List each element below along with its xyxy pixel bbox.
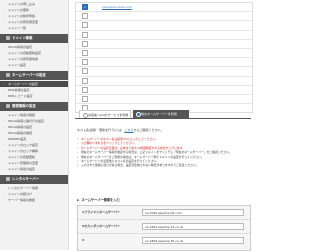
nameserver-section-label: ネームサーバー情報を入力: [81, 198, 120, 202]
table-row[interactable]: [76, 49, 252, 59]
sidebar-item[interactable]: ドメイン設定: [0, 62, 68, 68]
sidebar-section-title: ネームサーバーの設定: [12, 73, 46, 77]
sidebar-section-nameserver: ネームサーバーの設定: [0, 71, 68, 80]
sidebar-top-group: ドメインの申し込み ドメインの更新 ドメインの移管申請 ドメインの所有者変更 ド…: [0, 1, 68, 31]
sidebar-admin-group: ドメイン情報の確認 Whois情報公開代行の設定 Whois情報の設定 Whoi…: [0, 112, 68, 172]
nameserver-input-1[interactable]: ns-1045.awsdns-02.com: [142, 208, 244, 216]
table-row[interactable]: [76, 77, 252, 86]
sidebar-section-domain: ドメイン情報: [0, 34, 68, 43]
table-row[interactable]: [76, 40, 252, 49]
row-checkbox[interactable]: ✓: [82, 4, 88, 11]
description-text: ホスト名(最新・更新を行う)には、こちらからご確認ください。: [77, 128, 247, 132]
table-row[interactable]: [76, 21, 252, 31]
note-item: 入力された情報に誤りがある場合、設定が反映されない場合がありますのでご注意くださ…: [77, 163, 249, 168]
tab-other-nameserver[interactable]: 他のネームサーバーを利用: [133, 110, 189, 118]
table-row[interactable]: [76, 86, 252, 95]
row-checkbox[interactable]: [82, 59, 88, 66]
nameserver-input-3[interactable]: ns-1844.awsdns-35.co.uk: [142, 236, 244, 244]
radio-checked-icon: [136, 112, 141, 118]
table-row[interactable]: [76, 31, 252, 40]
domain-list-table: ✓ xxxxxxxx-xxxx.com: [75, 2, 253, 114]
sidebar-section-title: レンタルサーバー: [12, 177, 40, 181]
server-icon: [6, 73, 10, 77]
sidebar-item[interactable]: DNSレコード設定: [0, 93, 68, 99]
sidebar-section-title: 管理情報の設定: [12, 104, 36, 108]
table-row[interactable]: [76, 95, 252, 105]
globe-icon: [6, 36, 10, 40]
sidebar-nameserver-group: ネームサーバーの設定 DNS情報の設定 DNSレコード設定: [0, 81, 68, 99]
nameserver-label: 3: [82, 238, 85, 242]
radio-unchecked-icon: [83, 113, 88, 119]
description-prefix: ホスト名(最新・更新を行う)には、: [77, 128, 125, 132]
sidebar: ドメインの申し込み ドメインの更新 ドメインの移管申請 ドメインの所有者変更 ド…: [0, 0, 69, 250]
nameserver-row: 3 ns-1844.awsdns-35.co.uk: [78, 234, 250, 247]
sidebar-item[interactable]: ドメイン情報の設定: [0, 166, 68, 172]
sidebar-rental-group: レンタルサーバー情報 ドメインの紐付け サーバー情報の確認: [0, 185, 68, 203]
row-checkbox[interactable]: [82, 77, 88, 84]
description-suffix: からご確認ください。: [133, 128, 164, 132]
table-row[interactable]: [76, 58, 252, 68]
row-checkbox[interactable]: [82, 50, 88, 57]
nameserver-tabs: お名前.comのサービスを利用 他のネームサーバーを利用: [75, 110, 251, 119]
nameserver-section-title: ▶ ネームサーバー情報を入力: [77, 197, 120, 202]
row-checkbox[interactable]: [82, 13, 88, 20]
row-checkbox[interactable]: [82, 95, 88, 102]
table-row[interactable]: ✓ xxxxxxxx-xxxx.com: [76, 3, 252, 13]
nameserver-form: 1プライマリネームサーバー ns-1045.awsdns-02.com 2セカン…: [77, 205, 251, 251]
row-checkbox[interactable]: [82, 68, 88, 75]
sidebar-section-title: ドメイン情報: [12, 36, 33, 40]
table-row[interactable]: [76, 12, 252, 22]
row-checkbox[interactable]: [82, 86, 88, 93]
server-icon: [6, 177, 10, 181]
nameserver-label: 2セカンダリネームサーバー: [82, 224, 120, 228]
arrow-right-icon: ▶: [77, 198, 80, 202]
tab-label: 他のネームサーバーを利用: [141, 112, 177, 116]
row-checkbox[interactable]: [82, 40, 88, 47]
nameserver-label: 1プライマリネームサーバー: [82, 210, 120, 214]
domain-link[interactable]: xxxxxxxx-xxxx.com: [102, 5, 132, 9]
sidebar-section-rental: レンタルサーバー: [0, 175, 68, 184]
tab-label: お名前.comのサービスを利用: [88, 113, 129, 117]
help-link[interactable]: こちら: [124, 128, 133, 132]
row-checkbox[interactable]: [82, 22, 88, 29]
main-content: ✓ xxxxxxxx-xxxx.com お名前.comのサービスを利用 他のネーム…: [69, 0, 253, 251]
sidebar-section-admin: 管理情報の設定: [0, 102, 68, 111]
row-checkbox[interactable]: [82, 31, 88, 38]
nameserver-row: 1プライマリネームサーバー ns-1045.awsdns-02.com: [78, 206, 250, 220]
sidebar-item[interactable]: ドメイン一覧: [0, 25, 68, 31]
sidebar-domain-group: Whois情報の設定 ドメインの自動更新設定 ドメインの所有者情報 ドメイン設定: [0, 44, 68, 68]
notes-list: ネームサーバーのホスト名は最低2つ以上入力してください。 入力欄のいずれかをクリ…: [77, 137, 249, 168]
settings-icon: [6, 104, 10, 108]
nameserver-input-2[interactable]: ns-1643.awsdns-13.co.uk: [142, 222, 244, 230]
tab-onamae-service[interactable]: お名前.comのサービスを利用: [79, 110, 131, 119]
table-row[interactable]: [76, 67, 252, 77]
sidebar-item[interactable]: サーバー情報の確認: [0, 197, 68, 203]
nameserver-row: 2セカンダリネームサーバー ns-1643.awsdns-13.co.uk: [78, 220, 250, 234]
